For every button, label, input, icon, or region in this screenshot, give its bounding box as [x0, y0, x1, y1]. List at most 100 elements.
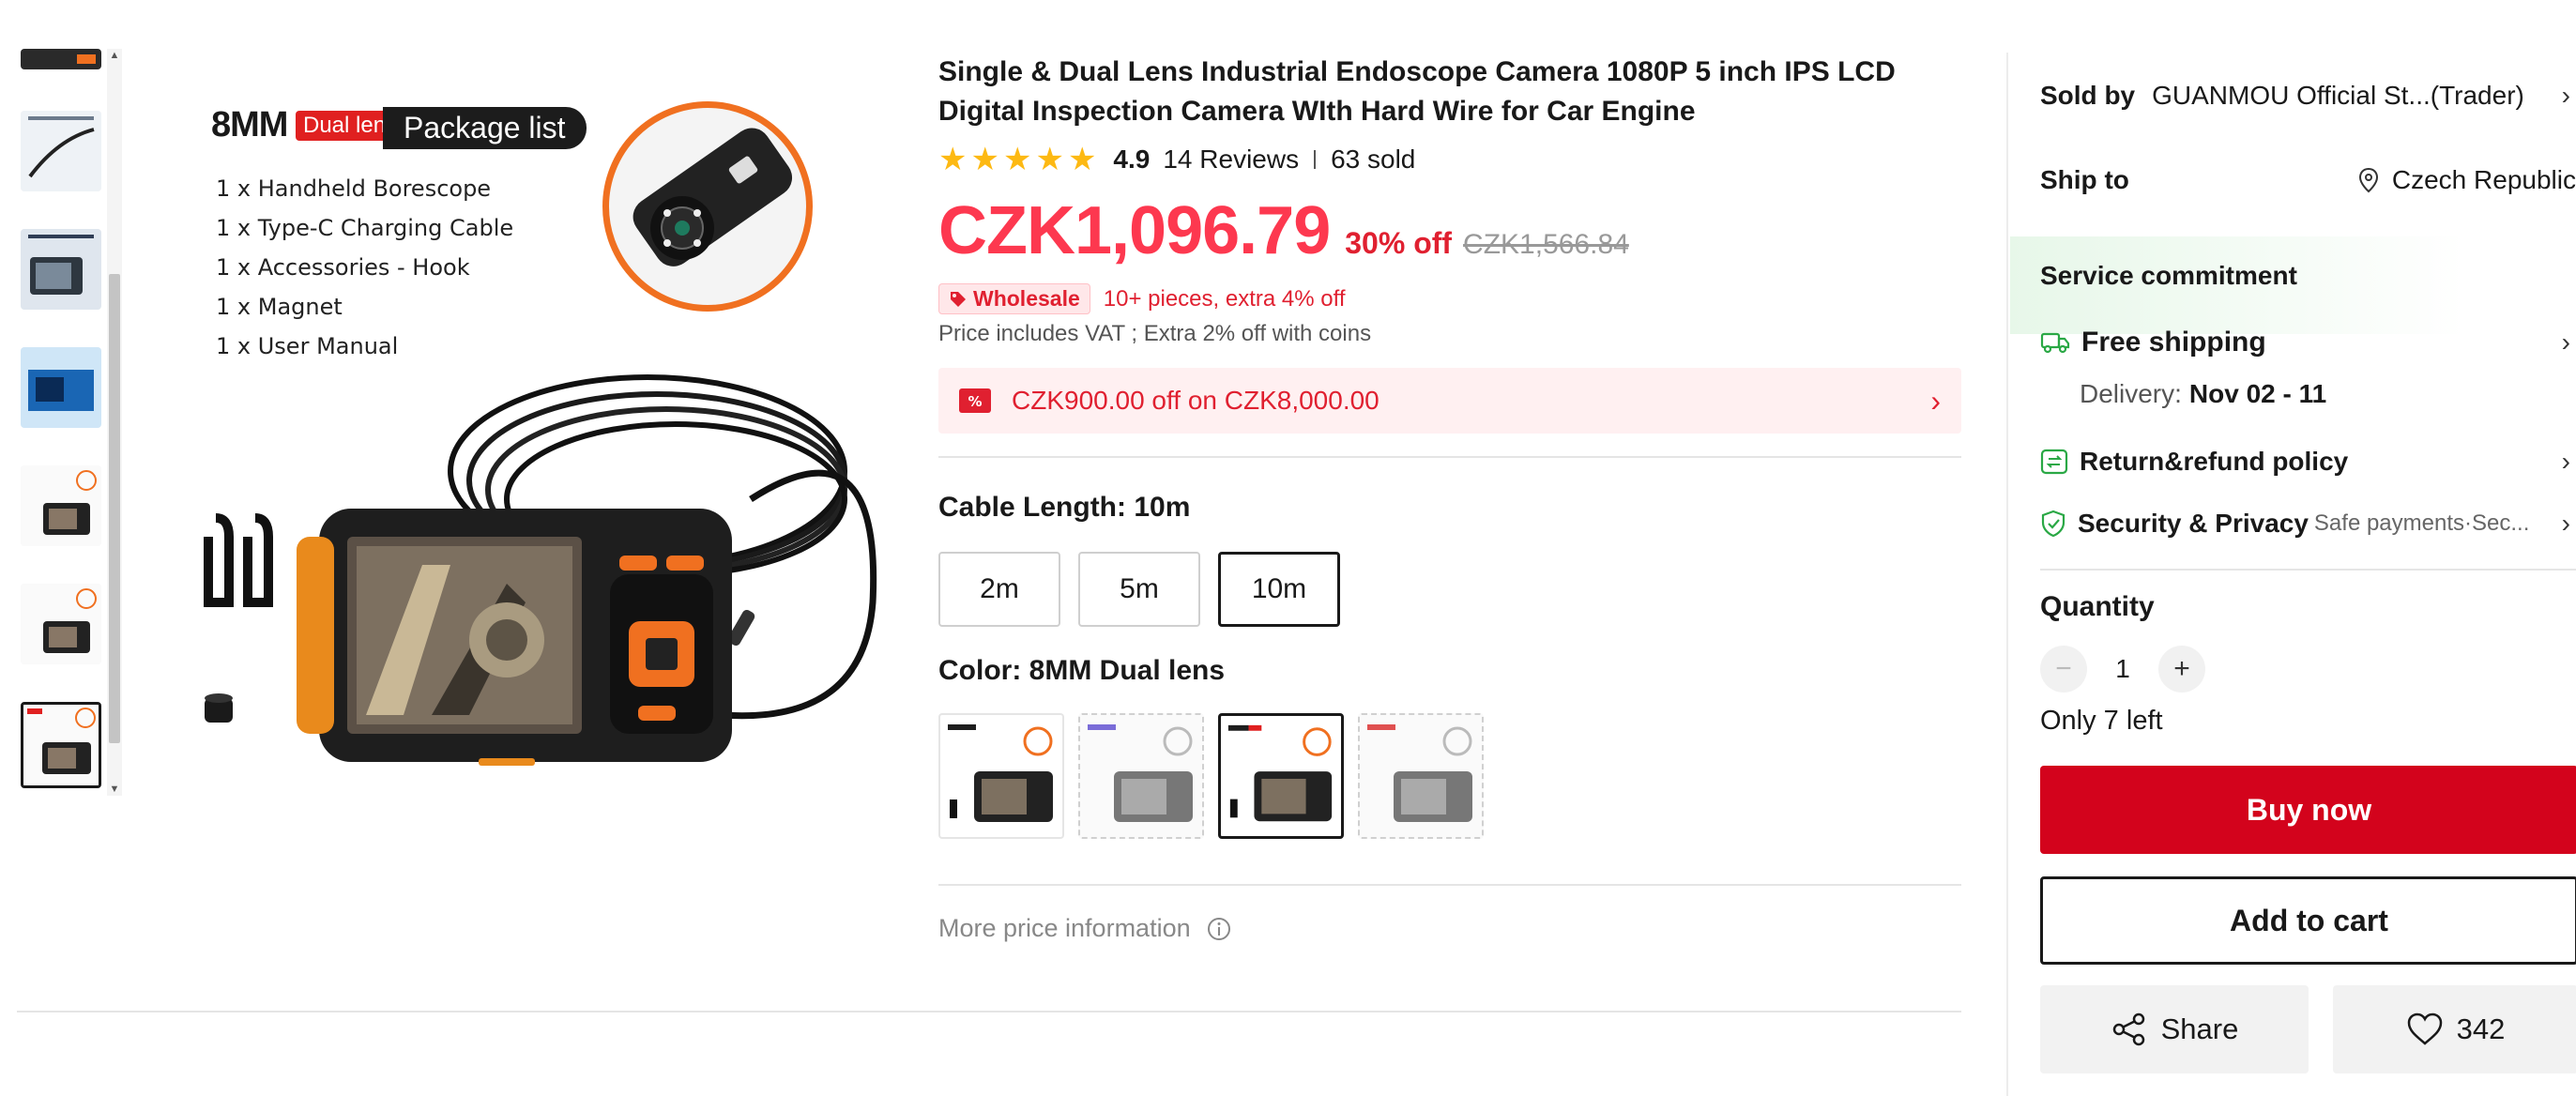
wholesale-badge-label: Wholesale	[973, 286, 1080, 311]
product-title: Single & Dual Lens Industrial Endoscope …	[938, 56, 1896, 127]
star-icon: ★	[970, 142, 999, 177]
chevron-up-icon[interactable]: ▲	[107, 49, 122, 62]
more-price-info[interactable]: More price information	[938, 914, 1232, 943]
color-swatch-4[interactable]	[1358, 713, 1484, 839]
share-button[interactable]: Share	[2040, 985, 2309, 1073]
sold-by-row[interactable]: Sold by GUANMOU Official St...(Trader) ›	[2040, 81, 2576, 111]
main-product-image[interactable]: 8MM Dual lens Package list 1 x Handheld …	[178, 49, 892, 796]
return-policy-row[interactable]: Return&refund policy ›	[2040, 447, 2576, 477]
delivery-label: Delivery:	[2080, 379, 2182, 408]
divider	[938, 884, 1961, 886]
handheld-borescope-device	[297, 509, 732, 766]
accessories-hook-magnet	[204, 513, 273, 723]
ship-to-country: Czech Republic	[2391, 165, 2576, 194]
price-row: CZK1,096.79 30% off CZK1,566.84	[938, 192, 1629, 269]
divider	[2040, 569, 2576, 571]
wishlist-count: 342	[2456, 1012, 2506, 1045]
location-pin-icon	[2358, 167, 2378, 193]
security-privacy-row[interactable]: Security & Privacy Safe payments·Sec... …	[2040, 509, 2576, 539]
sold-count: 63 sold	[1331, 145, 1416, 174]
rating-row: ★ ★ ★ ★ ★ 4.9 14 Reviews 63 sold	[938, 141, 1415, 178]
quantity-title: Quantity	[2040, 591, 2576, 623]
purchase-panel: Sold by GUANMOU Official St...(Trader) ›…	[2006, 53, 2576, 1096]
ship-to-destination[interactable]: Czech Republic	[2358, 165, 2576, 195]
ship-to-row[interactable]: Ship to Czech Republic	[2040, 165, 2576, 195]
scrollbar-thumb[interactable]	[109, 274, 120, 743]
cable-length-label: Cable Length: 10m	[938, 492, 1191, 523]
package-list-title: Package list	[383, 107, 587, 149]
ship-to-label: Ship to	[2040, 165, 2129, 194]
thumbnail-5[interactable]	[21, 584, 101, 664]
thumbnail-strip: ▲ ▼	[17, 49, 122, 799]
thumbnail-2[interactable]	[21, 229, 101, 310]
coupon-banner[interactable]: % CZK900.00 off on CZK8,000.00 ›	[938, 368, 1961, 434]
wishlist-button[interactable]: 342	[2333, 985, 2576, 1073]
divider	[938, 456, 1961, 458]
thumbnail-scrollbar[interactable]: ▲ ▼	[107, 49, 122, 796]
chevron-right-icon: ›	[2561, 509, 2570, 538]
thumbnail-6-active[interactable]	[21, 702, 101, 788]
quantity-stepper: − 1 +	[2040, 646, 2576, 693]
color-swatch-1[interactable]	[938, 713, 1064, 839]
package-item: 1 x Handheld Borescope	[216, 175, 492, 202]
increase-quantity-button[interactable]: +	[2158, 646, 2205, 693]
package-item: 1 x Magnet	[216, 294, 343, 320]
thumbnail-0[interactable]	[21, 49, 101, 69]
color-swatch-3-selected[interactable]	[1218, 713, 1344, 839]
chevron-right-icon: ›	[2561, 327, 2570, 357]
stock-text: Only 7 left	[2040, 706, 2163, 736]
share-label: Share	[2160, 1012, 2239, 1045]
star-icon: ★	[1002, 142, 1032, 177]
chevron-right-icon: ›	[2561, 81, 2570, 110]
seller-name[interactable]: GUANMOU Official St...(Trader)	[2152, 81, 2524, 111]
original-price: CZK1,566.84	[1463, 229, 1629, 260]
delivery-dates: Nov 02 - 11	[2188, 379, 2327, 408]
wholesale-text: 10+ pieces, extra 4% off	[1103, 285, 1346, 312]
reviews-link[interactable]: 14 Reviews	[1163, 145, 1299, 175]
free-shipping-label: Free shipping	[2081, 327, 2266, 358]
wholesale-row: Wholesale 10+ pieces, extra 4% off	[938, 283, 1345, 314]
return-icon	[2040, 449, 2068, 475]
color-label: Color: 8MM Dual lens	[938, 655, 1226, 686]
heart-icon	[2407, 1012, 2442, 1045]
cable-option-5m[interactable]: 5m	[1078, 552, 1200, 627]
chevron-right-icon: ›	[1930, 383, 1941, 418]
add-to-cart-button[interactable]: Add to cart	[2040, 876, 2576, 965]
current-price: CZK1,096.79	[938, 193, 1331, 268]
chevron-down-icon[interactable]: ▼	[107, 783, 122, 796]
chevron-right-icon: ›	[2561, 447, 2570, 476]
wholesale-badge: Wholesale	[938, 283, 1090, 314]
star-icon: ★	[938, 142, 968, 177]
service-commitment-label: Service commitment	[2040, 261, 2297, 290]
info-icon[interactable]	[1206, 916, 1232, 942]
more-price-info-label: More price information	[938, 914, 1191, 942]
package-list: 1 x Handheld Borescope 1 x Type-C Chargi…	[216, 169, 513, 366]
divider	[1314, 150, 1317, 169]
svg-text:%: %	[968, 393, 982, 410]
camera-tip-closeup	[602, 101, 813, 312]
tag-icon	[951, 291, 966, 307]
free-shipping-row[interactable]: Free shipping ›	[2040, 327, 2576, 358]
share-icon	[2112, 1012, 2144, 1046]
thumbnail-1[interactable]	[21, 111, 101, 191]
discount-label: 30% off	[1345, 226, 1453, 260]
decrease-quantity-button[interactable]: −	[2040, 646, 2087, 693]
stock-row: Only 7 left	[2040, 706, 2576, 737]
cable-option-2m[interactable]: 2m	[938, 552, 1060, 627]
thumbnail-3[interactable]	[21, 347, 101, 428]
security-privacy-label: Security & Privacy	[2078, 509, 2309, 538]
thumbnail-4[interactable]	[21, 465, 101, 546]
package-item: 1 x Type-C Charging Cable	[216, 215, 514, 241]
coupon-text: CZK900.00 off on CZK8,000.00	[1012, 386, 1379, 415]
package-item: 1 x Accessories - Hook	[216, 254, 470, 281]
buy-now-button[interactable]: Buy now	[2040, 766, 2576, 854]
color-swatch-2[interactable]	[1078, 713, 1204, 839]
shield-icon	[2041, 510, 2065, 538]
divider	[17, 1011, 1961, 1012]
quantity-value[interactable]: 1	[2087, 654, 2158, 684]
service-commitment-title: Service commitment	[2040, 261, 2576, 291]
return-policy-label: Return&refund policy	[2080, 447, 2349, 476]
coupon-icon: %	[959, 388, 991, 413]
quantity-label: Quantity	[2040, 591, 2155, 622]
cable-option-10m[interactable]: 10m	[1218, 552, 1340, 627]
